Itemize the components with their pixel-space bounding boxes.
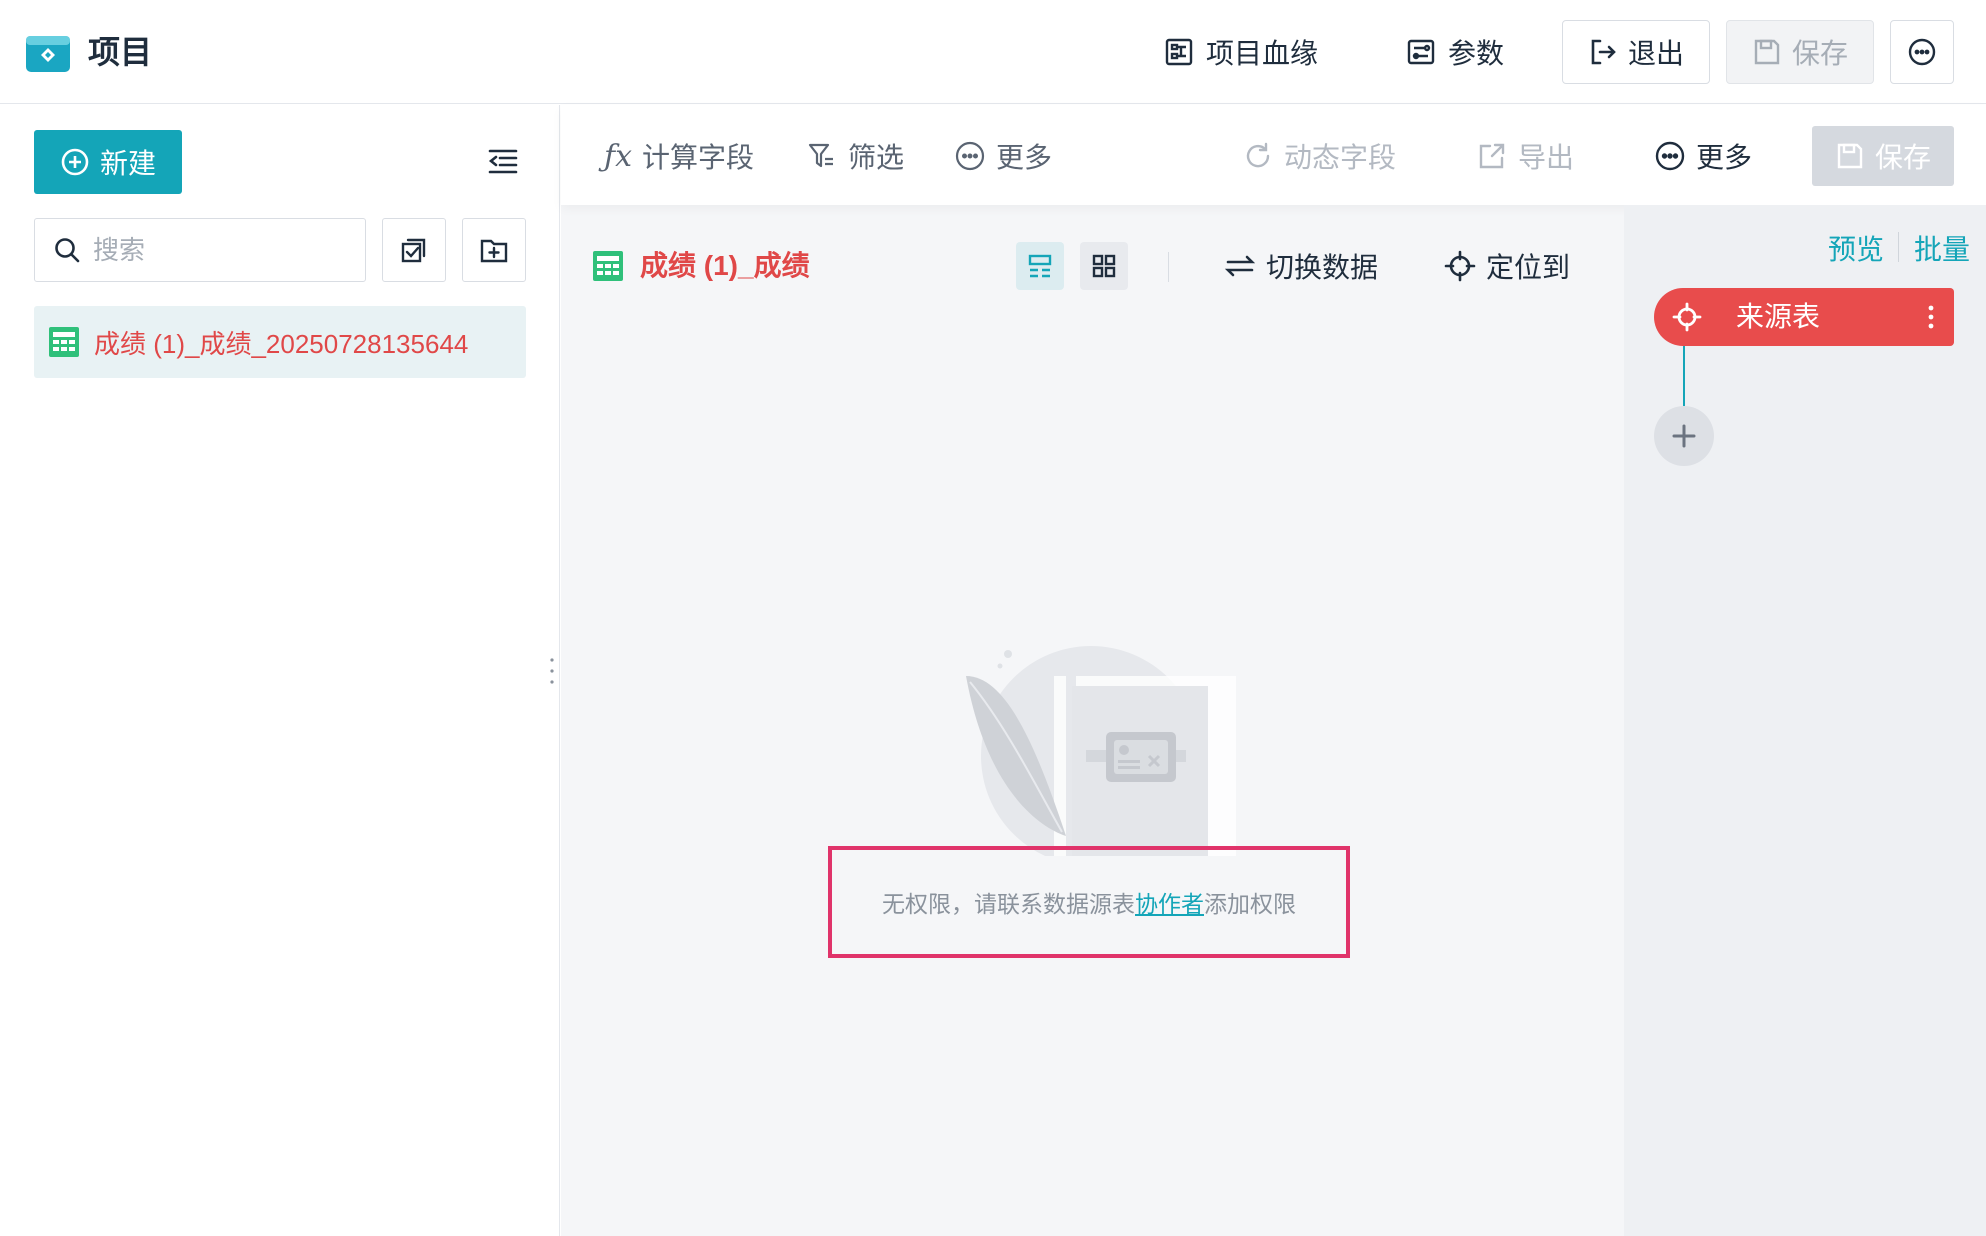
more-circle-icon bbox=[1908, 38, 1936, 66]
no-permission-text-prefix: 无权限，请联系数据源表 bbox=[882, 891, 1135, 917]
toolbar-save-label: 保存 bbox=[1874, 142, 1931, 173]
function-icon: ƒx bbox=[604, 138, 633, 174]
export-icon bbox=[1479, 143, 1505, 169]
dataset-title: 成绩 (1)_成绩 bbox=[640, 250, 810, 281]
new-label: 新建 bbox=[99, 148, 156, 179]
search-icon bbox=[55, 238, 80, 263]
locate-icon bbox=[1444, 250, 1476, 282]
node-connector bbox=[1683, 346, 1685, 406]
kebab-menu-icon[interactable] bbox=[1916, 302, 1946, 332]
plus-icon bbox=[1672, 424, 1696, 448]
list-item[interactable]: 成绩 (1)_成绩_20250728135644 bbox=[34, 306, 526, 378]
checkbox-icon bbox=[401, 238, 426, 263]
calc-field-label: 计算字段 bbox=[642, 142, 755, 173]
switch-data-button[interactable]: 切换数据 bbox=[1224, 244, 1378, 288]
more-circle-icon bbox=[955, 141, 985, 171]
exit-button[interactable]: 退出 bbox=[1562, 20, 1710, 84]
locate-icon bbox=[1672, 302, 1702, 332]
switch-data-label: 切换数据 bbox=[1266, 252, 1379, 283]
page-title: 项目 bbox=[88, 34, 153, 70]
more-left-label: 更多 bbox=[996, 142, 1053, 173]
folder-add-icon bbox=[480, 239, 508, 263]
batch-link[interactable]: 批量 bbox=[1914, 228, 1970, 268]
locate-button[interactable]: 定位到 bbox=[1444, 244, 1570, 288]
batch-select-button[interactable] bbox=[382, 218, 446, 282]
toolbar-save-button[interactable]: 保存 bbox=[1812, 126, 1954, 186]
filter-label: 筛选 bbox=[848, 142, 905, 173]
collapse-sidebar-icon[interactable] bbox=[486, 144, 520, 178]
no-permission-illustration bbox=[966, 646, 1236, 856]
lineage-icon bbox=[1165, 38, 1193, 66]
more-right-label: 更多 bbox=[1696, 142, 1753, 173]
exit-label: 退出 bbox=[1627, 38, 1684, 69]
preview-link[interactable]: 预览 bbox=[1828, 228, 1884, 268]
exit-icon bbox=[1591, 39, 1616, 65]
flow-panel bbox=[1624, 205, 1986, 1236]
grid-view-button[interactable] bbox=[1080, 242, 1128, 290]
list-view-button[interactable] bbox=[1016, 242, 1064, 290]
filter-button[interactable]: 筛选 bbox=[806, 134, 904, 178]
project-logo-icon bbox=[26, 36, 70, 72]
params-link[interactable]: 参数 bbox=[1406, 30, 1504, 74]
new-folder-button[interactable] bbox=[462, 218, 526, 282]
more-circle-icon bbox=[1655, 141, 1685, 171]
project-lineage-label: 项目血缘 bbox=[1206, 38, 1319, 69]
no-permission-message: 无权限，请联系数据源表 协作者 添加权限 bbox=[828, 846, 1350, 958]
table-file-icon bbox=[593, 251, 623, 281]
locate-label: 定位到 bbox=[1486, 252, 1571, 283]
save-icon bbox=[1837, 143, 1863, 169]
dynamic-field-button[interactable]: 动态字段 bbox=[1242, 134, 1396, 178]
plus-circle-icon bbox=[61, 148, 89, 176]
search-field[interactable] bbox=[34, 218, 366, 282]
resize-handle-icon[interactable] bbox=[548, 656, 556, 686]
project-lineage-link[interactable]: 项目血缘 bbox=[1164, 30, 1318, 74]
more-right-button[interactable]: 更多 bbox=[1654, 134, 1752, 178]
list-item-label: 成绩 (1)_成绩_20250728135644 bbox=[94, 328, 469, 359]
header-save-label: 保存 bbox=[1791, 38, 1848, 69]
source-table-node[interactable]: 来源表 bbox=[1654, 288, 1954, 346]
header-save-button[interactable]: 保存 bbox=[1726, 20, 1874, 84]
export-button[interactable]: 导出 bbox=[1476, 134, 1574, 178]
grid-view-icon bbox=[1092, 254, 1116, 278]
dynamic-field-label: 动态字段 bbox=[1284, 142, 1397, 173]
params-icon bbox=[1407, 39, 1435, 65]
source-node-label: 来源表 bbox=[1736, 301, 1821, 332]
refresh-icon bbox=[1246, 142, 1270, 168]
calc-field-button[interactable]: ƒx 计算字段 bbox=[604, 134, 754, 178]
divider bbox=[1898, 232, 1899, 262]
new-button[interactable]: 新建 bbox=[34, 130, 182, 194]
table-file-icon bbox=[49, 327, 79, 357]
swap-icon bbox=[1224, 255, 1256, 277]
more-left-button[interactable]: 更多 bbox=[954, 134, 1052, 178]
header-more-button[interactable] bbox=[1890, 20, 1954, 84]
divider bbox=[1168, 252, 1169, 282]
export-label: 导出 bbox=[1518, 142, 1575, 173]
collaborator-link[interactable]: 协作者 bbox=[1135, 885, 1204, 919]
search-input[interactable] bbox=[93, 234, 333, 266]
filter-icon bbox=[808, 143, 833, 168]
no-permission-text-suffix: 添加权限 bbox=[1204, 891, 1296, 917]
list-view-icon bbox=[1028, 254, 1052, 278]
save-icon bbox=[1754, 39, 1780, 65]
add-node-button[interactable] bbox=[1654, 406, 1714, 466]
params-label: 参数 bbox=[1448, 38, 1505, 69]
